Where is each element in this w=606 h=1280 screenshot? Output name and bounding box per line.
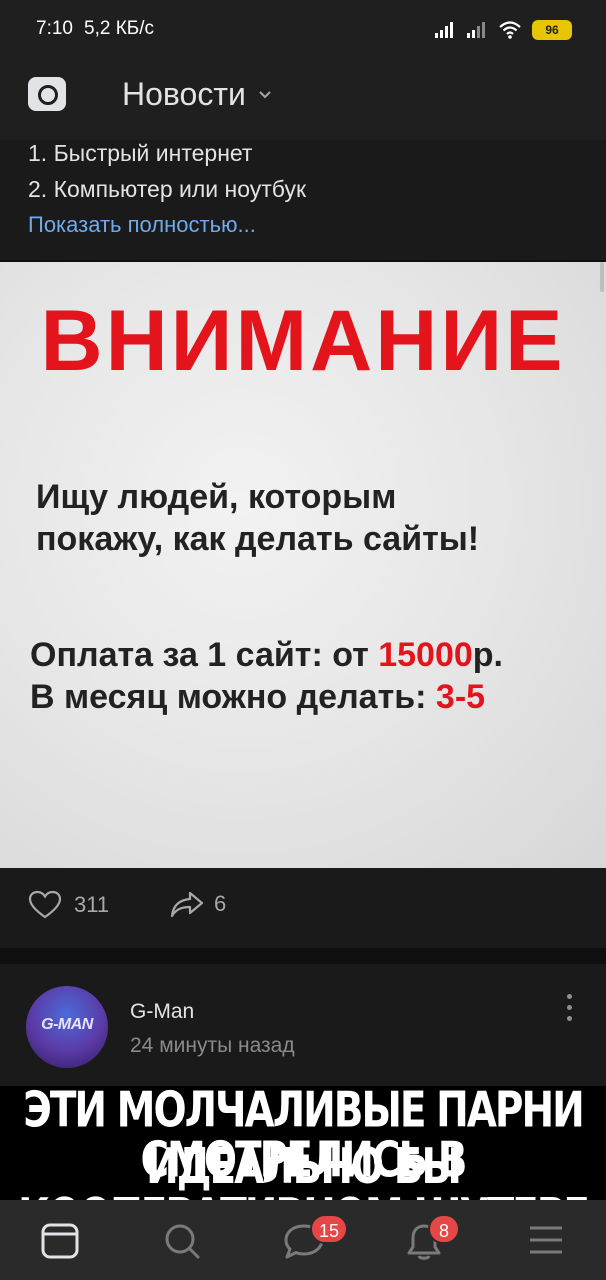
image-month-line: В месяц можно делать: 3-5 <box>30 676 503 718</box>
image-offer-block: Оплата за 1 сайт: от 15000р. В месяц мож… <box>30 634 503 718</box>
next-post-header: G-MAN G-Man 24 минуты назад <box>0 964 606 1086</box>
scrollbar <box>600 262 604 292</box>
feed-selector[interactable]: Новости <box>122 76 272 113</box>
share-count: 6 <box>214 891 227 916</box>
post-image[interactable]: ВНИМАНИЕ Ищу людей, которым покажу, как … <box>0 262 606 868</box>
like-button[interactable]: 311 <box>28 890 109 920</box>
camera-icon[interactable] <box>28 77 66 111</box>
chevron-down-icon <box>259 90 271 98</box>
signal-icon <box>467 22 485 38</box>
image-headline: ВНИМАНИЕ <box>40 293 566 389</box>
battery-icon: 96 <box>532 20 572 40</box>
image-text-block: Ищу людей, которым покажу, как делать са… <box>36 476 479 560</box>
signal-icon <box>435 22 453 38</box>
post-separator <box>0 948 606 964</box>
app-header: Новости <box>0 62 606 140</box>
avatar-logo-text: G-MAN <box>41 1016 93 1033</box>
month-prefix: В месяц можно делать: <box>30 678 436 716</box>
status-time: 7:10 <box>36 18 73 39</box>
post-author[interactable]: G-Man <box>130 1000 194 1024</box>
battery-level: 96 <box>545 23 559 37</box>
post-text-line: 2. Компьютер или ноутбук <box>28 176 307 202</box>
post-text: 1. Быстрый интернет 2. Компьютер или ноу… <box>0 140 606 260</box>
feed-icon <box>41 1223 79 1259</box>
menu-icon <box>530 1226 562 1254</box>
pay-prefix: Оплата за 1 сайт: от <box>30 636 379 674</box>
next-post-image[interactable]: ЭТИ МОЛЧАЛИВЫЕ ПАРНИ ИДЕАЛЬНО БЫ СМОТРЕЛ… <box>0 1086 606 1200</box>
notifications-badge: 8 <box>428 1214 460 1244</box>
month-value: 3-5 <box>435 678 486 716</box>
page-title: Новости <box>122 76 246 112</box>
pay-suffix: р. <box>472 636 503 674</box>
post-actions: 311 6 <box>0 868 606 948</box>
share-button[interactable]: 6 <box>170 890 226 918</box>
image-text-line: покажу, как делать сайты! <box>36 520 480 558</box>
messages-badge: 15 <box>310 1214 349 1244</box>
status-bar: 7:10 5,2 КБ/с 96 <box>0 0 606 62</box>
status-icons: 96 <box>434 18 572 42</box>
image-text-line: Ищу людей, которым <box>36 478 397 516</box>
nav-feed[interactable] <box>20 1200 100 1280</box>
more-icon[interactable] <box>562 994 576 1026</box>
post-text-line: 1. Быстрый интернет <box>28 140 253 166</box>
nav-messages[interactable]: 15 <box>262 1200 349 1280</box>
wifi-icon <box>499 21 521 39</box>
search-icon <box>165 1224 200 1259</box>
nav-notifications[interactable]: 8 <box>384 1200 464 1280</box>
nav-menu[interactable] <box>506 1200 586 1280</box>
share-icon <box>170 891 204 918</box>
nav-search[interactable] <box>142 1200 222 1280</box>
meme-caption-line: СМОТРЕЛИСЬ В КООПЕРАТИВНОМ ШУТЕРЕ <box>18 1132 590 1200</box>
pay-value: 15000 <box>378 636 473 674</box>
heart-icon <box>28 890 62 919</box>
avatar[interactable]: G-MAN <box>26 986 108 1068</box>
status-network-speed: 5,2 КБ/с <box>84 18 155 39</box>
like-count: 311 <box>74 892 110 917</box>
post-time: 24 минуты назад <box>130 1034 295 1057</box>
image-pay-line: Оплата за 1 сайт: от 15000р. <box>30 634 503 676</box>
show-more-link[interactable]: Показать полностью... <box>28 207 606 243</box>
bottom-navigation: 15 8 <box>0 1200 606 1280</box>
